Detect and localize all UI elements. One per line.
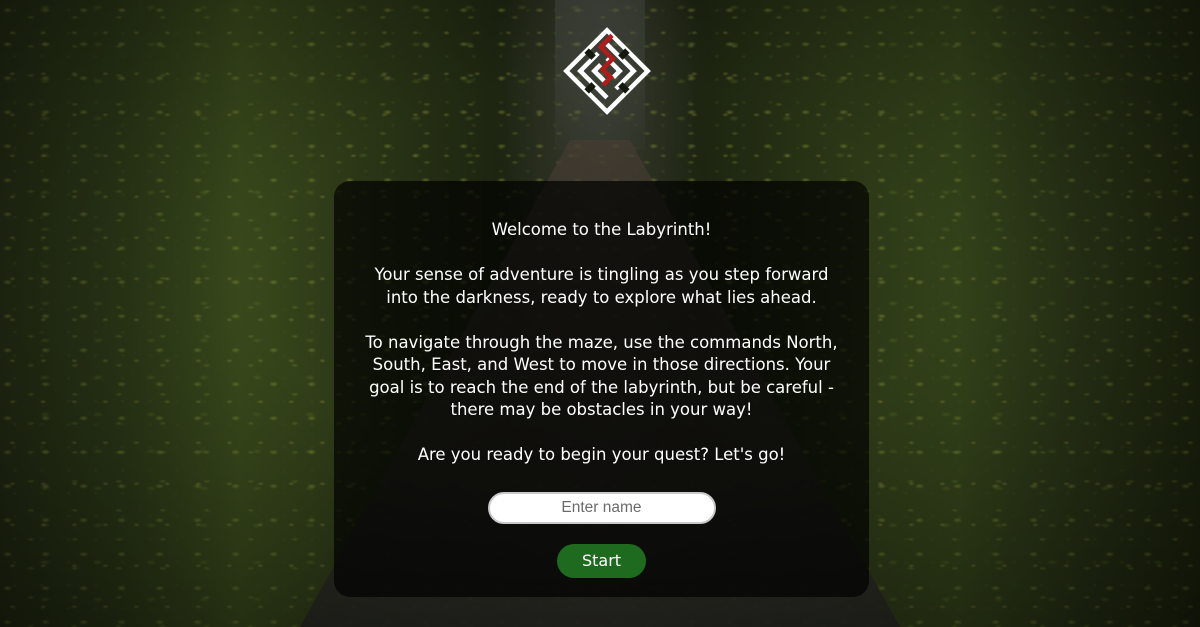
intro-panel: Welcome to the Labyrinth! Your sense of … <box>334 181 869 597</box>
instructions-text: To navigate through the maze, use the co… <box>365 332 838 420</box>
name-input[interactable] <box>487 491 716 524</box>
ready-text: Are you ready to begin your quest? Let's… <box>417 445 786 464</box>
adventure-text: Your sense of adventure is tingling as y… <box>374 265 829 307</box>
maze-icon <box>563 27 651 115</box>
labyrinth-start-screen: Welcome to the Labyrinth! Your sense of … <box>0 0 1200 627</box>
start-button[interactable]: Start <box>557 543 646 578</box>
welcome-heading: Welcome to the Labyrinth! <box>491 220 712 239</box>
